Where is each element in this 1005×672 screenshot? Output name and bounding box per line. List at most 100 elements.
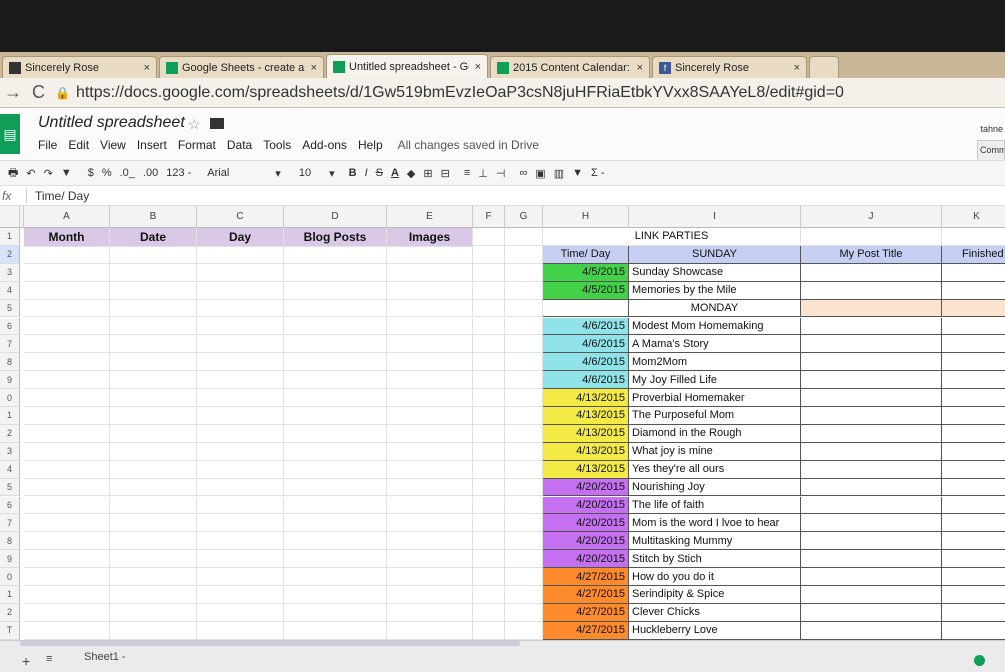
print-icon[interactable]: 🖶: [8, 164, 18, 183]
link-party-name[interactable]: Yes they're all ours: [629, 460, 801, 479]
row-number[interactable]: 1: [0, 407, 20, 425]
link-party-date[interactable]: 4/27/2015: [543, 603, 629, 622]
column-header-k[interactable]: K: [942, 206, 1005, 228]
grid-cell[interactable]: [942, 514, 1005, 533]
grid-cell[interactable]: [801, 586, 942, 604]
grid-cell[interactable]: [197, 371, 284, 390]
column-header-j[interactable]: J: [801, 206, 942, 228]
grid-cell[interactable]: [24, 424, 110, 443]
grid-cell[interactable]: [284, 371, 387, 390]
grid-cell[interactable]: [387, 389, 473, 407]
grid-cell[interactable]: [505, 621, 543, 640]
row-number[interactable]: 4: [0, 281, 20, 300]
link-party-name[interactable]: Nourishing Joy: [629, 478, 801, 497]
link-party-name[interactable]: What joy is mine: [629, 442, 801, 461]
grid-cell[interactable]: [110, 478, 197, 497]
menu-format[interactable]: Format: [178, 138, 216, 152]
grid-cell[interactable]: [387, 514, 473, 533]
grid-cell[interactable]: [942, 228, 1005, 246]
grid-cell[interactable]: [801, 603, 942, 622]
grid-cell[interactable]: [942, 568, 1005, 586]
functions-button[interactable]: Σ -: [591, 167, 605, 179]
grid-cell[interactable]: [473, 532, 505, 551]
row-number[interactable]: 1: [0, 586, 20, 604]
grid-cell[interactable]: [197, 550, 284, 569]
menu-edit[interactable]: Edit: [68, 138, 89, 152]
grid-cell[interactable]: [942, 389, 1005, 407]
row-number[interactable]: 2: [0, 603, 20, 622]
document-title[interactable]: Untitled spreadsheet: [38, 114, 185, 132]
grid-cell[interactable]: [24, 371, 110, 390]
link-party-name[interactable]: A Mama's Story: [629, 335, 801, 354]
row-number[interactable]: 5: [0, 478, 20, 497]
link-party-name[interactable]: Modest Mom Homemaking: [629, 317, 801, 336]
link-party-date[interactable]: 4/13/2015: [543, 407, 629, 425]
column-header-f[interactable]: F: [473, 206, 505, 228]
row-number[interactable]: 8: [0, 353, 20, 372]
grid-cell[interactable]: [110, 317, 197, 336]
grid-cell[interactable]: [942, 497, 1005, 515]
grid-cell[interactable]: [505, 603, 543, 622]
number-format-dropdown[interactable]: 123 -: [166, 167, 191, 179]
address-bar[interactable]: → C 🔒 https://docs.google.com/spreadshee…: [0, 78, 1005, 108]
decrease-decimal-button[interactable]: .0_: [120, 167, 135, 179]
grid-cell[interactable]: [284, 478, 387, 497]
grid-cell[interactable]: [801, 568, 942, 586]
row-number[interactable]: 7: [0, 514, 20, 533]
grid-cell[interactable]: [473, 317, 505, 336]
link-party-date[interactable]: 4/6/2015: [543, 371, 629, 390]
header-cell-month[interactable]: Month: [24, 228, 110, 247]
grid-cell[interactable]: [473, 389, 505, 407]
link-party-name[interactable]: Multitasking Mummy: [629, 532, 801, 551]
menu-addons[interactable]: Add-ons: [302, 138, 347, 152]
link-party-name[interactable]: Huckleberry Love: [629, 621, 801, 640]
grid-cell[interactable]: [942, 299, 1005, 318]
grid-cell[interactable]: [110, 424, 197, 443]
grid-cell[interactable]: [473, 424, 505, 443]
menu-file[interactable]: File: [38, 138, 57, 152]
grid-cell[interactable]: [197, 442, 284, 461]
filter-icon[interactable]: ▼: [572, 167, 583, 179]
grid-cell[interactable]: [801, 621, 942, 640]
link-party-date[interactable]: 4/13/2015: [543, 389, 629, 407]
menu-data[interactable]: Data: [227, 138, 252, 152]
grid-cell[interactable]: [473, 245, 505, 264]
grid-cell[interactable]: [473, 514, 505, 533]
grid-cell[interactable]: [801, 335, 942, 354]
grid-cell[interactable]: [24, 514, 110, 533]
fill-color-icon[interactable]: ◆: [407, 167, 415, 180]
grid-cell[interactable]: [110, 514, 197, 533]
grid-cell[interactable]: [110, 407, 197, 425]
grid-cell[interactable]: [24, 496, 110, 515]
row-number[interactable]: 0: [0, 389, 20, 407]
close-icon[interactable]: ×: [144, 62, 150, 74]
percent-button[interactable]: %: [102, 167, 112, 179]
link-party-name[interactable]: How do you do it: [629, 568, 801, 586]
grid-cell[interactable]: [24, 245, 110, 264]
url-text[interactable]: https://docs.google.com/spreadsheets/d/1…: [76, 84, 844, 102]
grid-cell[interactable]: [110, 460, 197, 479]
grid-cell[interactable]: [197, 460, 284, 479]
menu-insert[interactable]: Insert: [137, 138, 167, 152]
my-post-title-header[interactable]: My Post Title: [801, 245, 942, 264]
grid-cell[interactable]: [197, 353, 284, 372]
grid-cell[interactable]: [110, 621, 197, 640]
row-number[interactable]: T: [0, 621, 20, 640]
grid-cell[interactable]: [284, 281, 387, 300]
browser-tab[interactable]: f Sincerely Rose ×: [652, 56, 807, 78]
close-icon[interactable]: ×: [475, 61, 481, 73]
grid-cell[interactable]: [24, 299, 110, 318]
currency-button[interactable]: $: [88, 167, 94, 179]
grid-cell[interactable]: [505, 263, 543, 282]
grid-cell[interactable]: [801, 371, 942, 390]
grid-cell[interactable]: [473, 299, 505, 318]
grid-cell[interactable]: [110, 496, 197, 515]
grid-cell[interactable]: [197, 263, 284, 282]
grid-cell[interactable]: [284, 442, 387, 461]
grid-cell[interactable]: [284, 460, 387, 479]
grid-cell[interactable]: [24, 263, 110, 282]
grid-cell[interactable]: [505, 568, 543, 586]
back-forward-arrow-icon[interactable]: →: [4, 82, 22, 103]
grid-cell[interactable]: [387, 478, 473, 497]
sheet-list-button[interactable]: ≡: [46, 653, 52, 665]
